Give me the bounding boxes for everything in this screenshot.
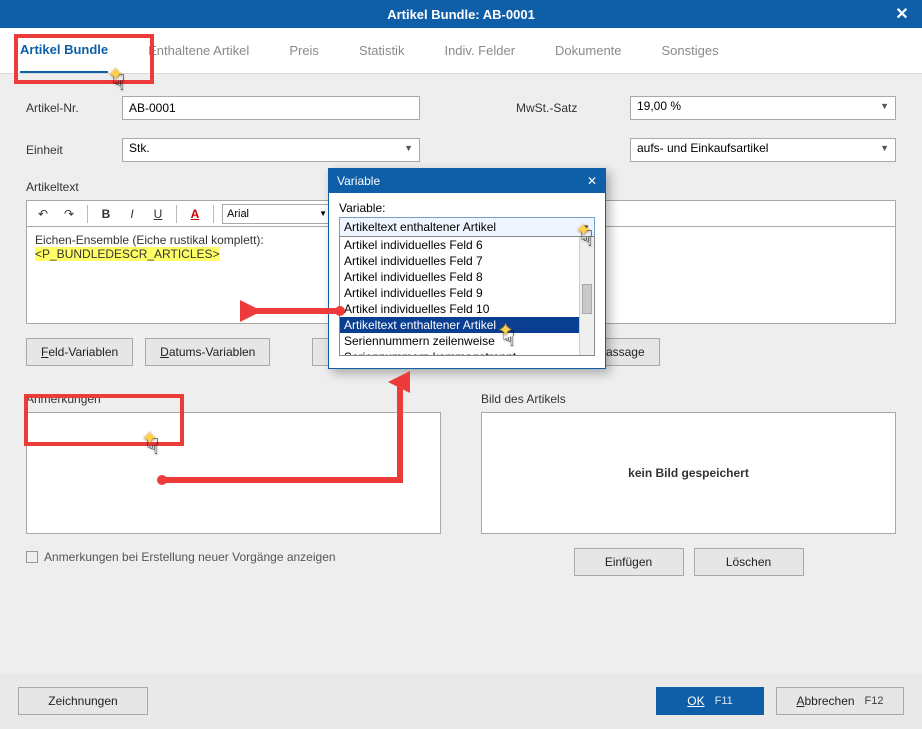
popup-listbox[interactable]: Artikel individuelles Feld 6 Artikel ind… bbox=[339, 236, 595, 356]
einheit-select[interactable]: Stk. bbox=[122, 138, 420, 162]
tab-sonstiges[interactable]: Sonstiges bbox=[662, 29, 719, 72]
einfuegen-button[interactable]: Einfügen bbox=[574, 548, 684, 576]
tab-dokumente[interactable]: Dokumente bbox=[555, 29, 621, 72]
feld-variablen-button[interactable]: Feld-Variablen bbox=[26, 338, 133, 366]
ok-button[interactable]: OK F11 bbox=[656, 687, 764, 715]
tab-artikel-bundle[interactable]: Artikel Bundle bbox=[20, 28, 108, 73]
list-item[interactable]: Seriennummern zeilenweise bbox=[340, 333, 594, 349]
list-item[interactable]: Artikel individuelles Feld 10 bbox=[340, 301, 594, 317]
mwst-select[interactable]: 19,00 % bbox=[630, 96, 896, 120]
artikeltyp-select[interactable]: aufs- und Einkaufsartikel bbox=[630, 138, 896, 162]
popup-close-icon[interactable]: ✕ bbox=[587, 174, 597, 188]
ok-fkey: F11 bbox=[715, 695, 733, 707]
mwst-label: MwSt.-Satz bbox=[516, 101, 616, 115]
popup-title-text: Variable bbox=[337, 174, 380, 188]
font-select[interactable]: Arial bbox=[222, 204, 332, 224]
annotation-cursor-button: ✦☟ bbox=[146, 434, 159, 460]
list-item[interactable]: Artikel individuelles Feld 8 bbox=[340, 269, 594, 285]
einheit-value: Stk. bbox=[129, 141, 150, 155]
tab-statistik[interactable]: Statistik bbox=[359, 29, 405, 72]
variable-popup: Variable ✕ Variable: Artikeltext enthalt… bbox=[328, 168, 606, 369]
popup-field-label: Variable: bbox=[339, 201, 595, 215]
popup-titlebar: Variable ✕ bbox=[329, 169, 605, 193]
tab-enthaltene-artikel[interactable]: Enthaltene Artikel bbox=[148, 29, 249, 72]
loeschen-button[interactable]: Löschen bbox=[694, 548, 804, 576]
list-item-selected[interactable]: Artikeltext enthaltener Artikel bbox=[340, 317, 594, 333]
list-item[interactable]: Artikel individuelles Feld 7 bbox=[340, 253, 594, 269]
popup-select-display[interactable]: Artikeltext enthaltener Artikel bbox=[339, 217, 595, 237]
list-item[interactable]: Artikel individuelles Feld 9 bbox=[340, 285, 594, 301]
annotation-cursor-list-item: ✦☟ bbox=[502, 326, 515, 352]
underline-icon[interactable]: U bbox=[148, 204, 168, 224]
zeichnungen-button[interactable]: Zeichnungen bbox=[18, 687, 148, 715]
bold-icon[interactable]: B bbox=[96, 204, 116, 224]
anmerkungen-checkbox[interactable]: Anmerkungen bei Erstellung neuer Vorgäng… bbox=[26, 550, 441, 564]
scrollbar-thumb[interactable] bbox=[582, 284, 592, 314]
list-item[interactable]: Seriennummern kommagetrennt bbox=[340, 349, 594, 356]
mwst-value: 19,00 % bbox=[637, 99, 681, 113]
cancel-label: Abbrechen bbox=[796, 694, 854, 708]
rtf-placeholder: <P_BUNDLEDESCR_ARTICLES> bbox=[35, 247, 220, 261]
image-preview: kein Bild gespeichert bbox=[481, 412, 896, 534]
einheit-label: Einheit bbox=[26, 143, 108, 157]
cancel-fkey: F12 bbox=[865, 695, 884, 707]
italic-icon[interactable]: I bbox=[122, 204, 142, 224]
artikeltyp-value: aufs- und Einkaufsartikel bbox=[637, 141, 768, 155]
tab-indiv-felder[interactable]: Indiv. Felder bbox=[444, 29, 515, 72]
artikelnr-label: Artikel-Nr. bbox=[26, 101, 108, 115]
ok-label: OK bbox=[687, 694, 704, 708]
artikelnr-input[interactable] bbox=[122, 96, 420, 120]
dialog-window: Artikel Bundle: AB-0001 ✕ Artikel Bundle… bbox=[0, 0, 922, 729]
bild-label: Bild des Artikels bbox=[481, 392, 896, 406]
redo-icon[interactable]: ↷ bbox=[59, 204, 79, 224]
tab-preis[interactable]: Preis bbox=[289, 29, 319, 72]
footer: Zeichnungen OK F11 Abbrechen F12 bbox=[0, 673, 922, 729]
anmerkungen-textarea[interactable] bbox=[26, 412, 441, 534]
image-placeholder-text: kein Bild gespeichert bbox=[628, 466, 749, 480]
popup-scrollbar[interactable] bbox=[579, 237, 594, 355]
annotation-cursor-tab: ✦☟ bbox=[112, 70, 125, 96]
annotation-cursor-popup-select: ✦☟ bbox=[580, 226, 593, 252]
checkbox-icon bbox=[26, 551, 38, 563]
titlebar: Artikel Bundle: AB-0001 ✕ bbox=[0, 0, 922, 28]
anmerkungen-label: Anmerkungen bbox=[26, 392, 441, 406]
font-color-icon[interactable]: A bbox=[185, 204, 205, 224]
popup-selected-text: Artikeltext enthaltener Artikel bbox=[344, 220, 496, 234]
checkbox-label: Anmerkungen bei Erstellung neuer Vorgäng… bbox=[44, 550, 336, 564]
list-item[interactable]: Artikel individuelles Feld 6 bbox=[340, 237, 594, 253]
font-name: Arial bbox=[227, 208, 249, 220]
tab-bar: Artikel Bundle Enthaltene Artikel Preis … bbox=[0, 28, 922, 74]
window-title: Artikel Bundle: AB-0001 bbox=[387, 7, 535, 22]
close-button[interactable]: ✕ bbox=[882, 0, 922, 28]
datums-variablen-button[interactable]: Datums-Variablen bbox=[145, 338, 270, 366]
undo-icon[interactable]: ↶ bbox=[33, 204, 53, 224]
cancel-button[interactable]: Abbrechen F12 bbox=[776, 687, 904, 715]
